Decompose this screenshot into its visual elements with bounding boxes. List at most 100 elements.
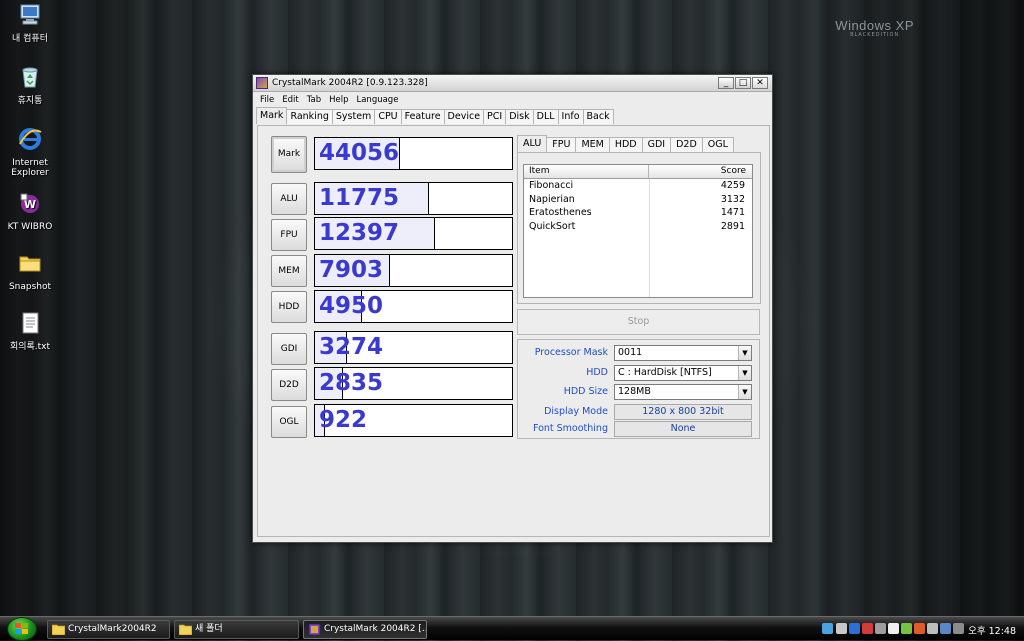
menu-file[interactable]: File bbox=[257, 95, 277, 105]
antivirus-icon[interactable] bbox=[914, 623, 925, 634]
tab-device[interactable]: Device bbox=[443, 109, 485, 124]
fpu-score: 12397 bbox=[319, 220, 400, 246]
close-button[interactable]: ✕ bbox=[752, 77, 768, 89]
stop-button[interactable]: Stop bbox=[517, 309, 760, 335]
dropdown-arrow-icon[interactable]: ▼ bbox=[738, 346, 751, 360]
menu-edit[interactable]: Edit bbox=[279, 95, 301, 105]
internet-explorer-icon bbox=[19, 128, 42, 150]
folder-icon bbox=[19, 256, 41, 272]
tab-back[interactable]: Back bbox=[582, 109, 614, 124]
fpu-button[interactable]: FPU bbox=[271, 219, 307, 251]
list-row[interactable]: Fibonacci 4259 bbox=[524, 179, 752, 193]
maximize-button[interactable]: □ bbox=[735, 77, 751, 89]
processor-mask-label: Processor Mask bbox=[534, 347, 608, 358]
list-body: Fibonacci 4259 Napierian 3132 Eratosthen… bbox=[524, 179, 752, 297]
text-file-icon bbox=[22, 312, 39, 334]
bluetooth-icon[interactable] bbox=[849, 623, 860, 634]
tab-feature[interactable]: Feature bbox=[400, 109, 445, 124]
alu-button[interactable]: ALU bbox=[271, 183, 307, 215]
mark-button[interactable]: Mark bbox=[271, 136, 307, 173]
tab-dll[interactable]: DLL bbox=[532, 109, 559, 124]
ogl-button[interactable]: OGL bbox=[271, 406, 307, 438]
network-icon[interactable] bbox=[822, 623, 833, 634]
desktop-icon-internet-explorer[interactable]: Internet Explorer bbox=[0, 126, 60, 178]
taskbar-button-new-folder[interactable]: 새 폴더 bbox=[174, 620, 299, 639]
row-item: Eratosthenes bbox=[529, 207, 592, 218]
detail-panel: Item Score Fibonacci 4259 Napierian 3132… bbox=[517, 152, 761, 304]
hdd-button[interactable]: HDD bbox=[271, 291, 307, 323]
taskbar-button-crystalmark[interactable]: CrystalMark 2004R2 [... bbox=[303, 620, 427, 639]
tab-disk[interactable]: Disk bbox=[505, 109, 534, 124]
window-title: CrystalMark 2004R2 [0.9.123.328] bbox=[272, 78, 428, 88]
font-smoothing-label: Font Smoothing bbox=[532, 423, 608, 434]
column-header-item[interactable]: Item bbox=[524, 165, 649, 178]
desktop-icon-my-computer[interactable]: 내 컴퓨터 bbox=[0, 2, 60, 44]
mem-score-bar: 7903 bbox=[314, 254, 513, 287]
dropdown-arrow-icon[interactable]: ▼ bbox=[738, 366, 751, 380]
detail-tab-ogl[interactable]: OGL bbox=[701, 137, 734, 152]
ogl-score-bar: 922 bbox=[314, 404, 513, 437]
processor-mask-select[interactable]: 0011 ▼ bbox=[614, 345, 752, 361]
mem-button[interactable]: MEM bbox=[271, 255, 307, 287]
processor-mask-value: 0011 bbox=[618, 347, 643, 358]
display-settings-icon[interactable] bbox=[940, 623, 951, 634]
detail-score-list[interactable]: Item Score Fibonacci 4259 Napierian 3132… bbox=[523, 164, 753, 298]
start-button[interactable] bbox=[0, 617, 40, 641]
hdd-size-value: 128MB bbox=[618, 386, 651, 397]
power-icon[interactable] bbox=[888, 623, 899, 634]
tab-info[interactable]: Info bbox=[557, 109, 584, 124]
tab-mark[interactable]: Mark bbox=[256, 107, 288, 124]
row-score: 3132 bbox=[720, 193, 745, 205]
detail-tab-gdi[interactable]: GDI bbox=[641, 137, 672, 152]
row-score: 1471 bbox=[720, 207, 745, 218]
column-header-score[interactable]: Score bbox=[649, 165, 752, 178]
detail-tab-mem[interactable]: MEM bbox=[575, 137, 610, 152]
detail-tab-hdd[interactable]: HDD bbox=[608, 137, 643, 152]
detail-tab-d2d[interactable]: D2D bbox=[670, 137, 703, 152]
settings-panel: Processor Mask 0011 ▼ HDD C : HardDisk [… bbox=[517, 339, 760, 439]
mark-score-bar: 44056 bbox=[314, 137, 513, 170]
tab-ranking[interactable]: Ranking bbox=[286, 109, 333, 124]
tab-pci[interactable]: PCI bbox=[483, 109, 507, 124]
list-row[interactable]: Eratosthenes 1471 bbox=[524, 206, 752, 220]
desktop-icon-kt-wibro[interactable]: W KT WIBRO bbox=[0, 190, 60, 232]
desktop-icon-label: 휴지통 bbox=[17, 96, 43, 106]
desktop-icon-snapshot[interactable]: Snapshot bbox=[0, 250, 60, 292]
menu-tab[interactable]: Tab bbox=[304, 95, 324, 105]
taskbar-button-folder-crystalmark[interactable]: CrystalMark2004R2 bbox=[47, 620, 170, 639]
gdi-score: 3274 bbox=[319, 334, 384, 360]
volume-icon[interactable] bbox=[927, 623, 938, 634]
row-item: Fibonacci bbox=[529, 180, 574, 191]
hdd-select[interactable]: C : HardDisk [NTFS] ▼ bbox=[614, 365, 752, 381]
window-titlebar[interactable]: CrystalMark 2004R2 [0.9.123.328] _ □ ✕ bbox=[253, 75, 772, 92]
gdi-button[interactable]: GDI bbox=[271, 333, 307, 365]
usb-icon[interactable] bbox=[875, 623, 886, 634]
menu-language[interactable]: Language bbox=[353, 95, 401, 105]
menu-help[interactable]: Help bbox=[326, 95, 351, 105]
security-icon[interactable] bbox=[862, 623, 873, 634]
monitor-icon[interactable] bbox=[836, 623, 847, 634]
crystalmark-icon bbox=[256, 77, 268, 89]
desktop-icon-meeting-notes[interactable]: 회의록.txt bbox=[0, 310, 60, 352]
detail-tab-fpu[interactable]: FPU bbox=[546, 137, 577, 152]
dropdown-arrow-icon[interactable]: ▼ bbox=[738, 385, 751, 399]
tab-system[interactable]: System bbox=[331, 109, 376, 124]
list-row[interactable]: QuickSort 2891 bbox=[524, 220, 752, 234]
detail-tab-alu[interactable]: ALU bbox=[517, 135, 548, 152]
list-row[interactable]: Napierian 3132 bbox=[524, 193, 752, 207]
hdd-size-select[interactable]: 128MB ▼ bbox=[614, 384, 752, 400]
taskbar-clock[interactable]: 오후 12:48 bbox=[968, 623, 1016, 637]
folder-icon bbox=[179, 624, 192, 635]
d2d-button[interactable]: D2D bbox=[271, 369, 307, 401]
tab-cpu[interactable]: CPU bbox=[374, 109, 402, 124]
gdi-score-bar: 3274 bbox=[314, 331, 513, 364]
desktop-icon-recycle-bin[interactable]: 휴지통 bbox=[0, 64, 60, 106]
row-score: 2891 bbox=[720, 220, 745, 232]
taskbar-button-label: CrystalMark 2004R2 [... bbox=[324, 624, 427, 634]
keyboard-icon[interactable] bbox=[953, 623, 964, 634]
windows-flag-icon bbox=[15, 623, 28, 634]
minimize-button[interactable]: _ bbox=[718, 77, 734, 89]
battery-icon[interactable] bbox=[901, 623, 912, 634]
list-header: Item Score bbox=[524, 165, 752, 179]
desktop-icon-label: 회의록.txt bbox=[9, 342, 51, 352]
